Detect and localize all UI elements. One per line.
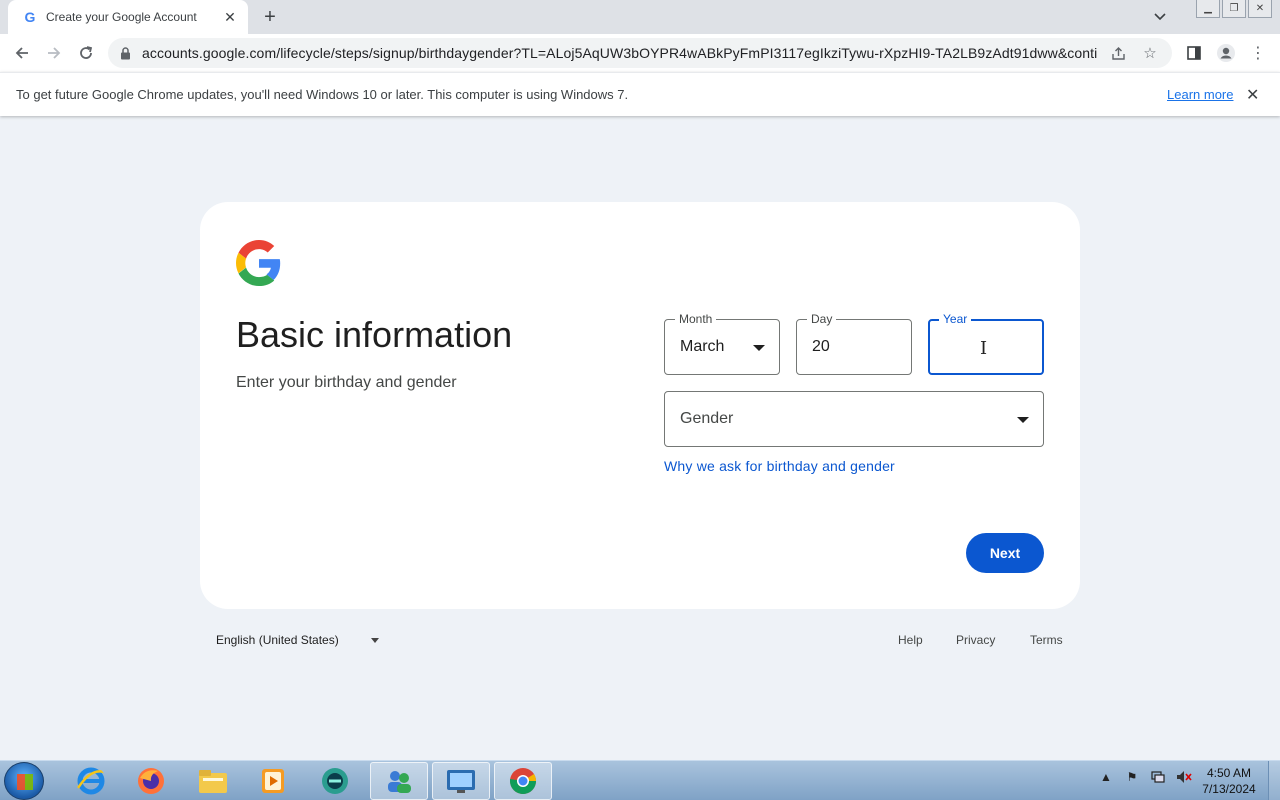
action-center-flag-icon[interactable]: ⚑	[1124, 769, 1140, 785]
bookmark-star-icon[interactable]: ☆	[1138, 41, 1162, 65]
chrome-icon[interactable]	[494, 762, 552, 800]
day-value: 20	[812, 338, 830, 355]
next-button[interactable]: Next	[966, 533, 1044, 573]
network-icon[interactable]	[1150, 769, 1166, 785]
url-text[interactable]: accounts.google.com/lifecycle/steps/sign…	[142, 45, 1098, 61]
page-subtitle: Enter your birthday and gender	[236, 374, 457, 391]
google-logo-icon	[236, 240, 281, 286]
control-panel-icon[interactable]	[432, 762, 490, 800]
month-select[interactable]: Month March	[664, 312, 780, 375]
media-player-icon[interactable]	[244, 762, 302, 800]
window-controls: ▁ ❐ ✕	[1196, 0, 1272, 18]
tab-title: Create your Google Account	[46, 10, 197, 24]
infobar-message: To get future Google Chrome updates, you…	[16, 87, 629, 102]
chat-app-icon[interactable]	[306, 762, 364, 800]
back-button[interactable]	[6, 37, 38, 69]
language-select[interactable]: English (United States)	[216, 633, 379, 647]
internet-explorer-icon[interactable]	[62, 762, 120, 800]
google-favicon-icon: G	[24, 9, 36, 25]
browser-toolbar: accounts.google.com/lifecycle/steps/sign…	[0, 34, 1280, 72]
share-icon[interactable]	[1106, 41, 1130, 65]
clock-date: 7/13/2024	[1202, 782, 1256, 796]
privacy-link[interactable]: Privacy	[956, 633, 995, 647]
system-tray: ▲ ⚑	[1098, 769, 1192, 785]
dropdown-arrow-icon	[1017, 417, 1029, 423]
month-label: Month	[675, 312, 717, 326]
tab-create-google-account[interactable]: G Create your Google Account ✕	[8, 0, 248, 34]
dropdown-arrow-icon	[753, 345, 765, 351]
month-value: March	[680, 338, 725, 355]
lock-icon[interactable]	[118, 46, 132, 60]
taskbar-clock[interactable]: 4:50 AM 7/13/2024	[1196, 765, 1262, 797]
show-hidden-icons-icon[interactable]: ▲	[1098, 769, 1114, 785]
terms-link[interactable]: Terms	[1030, 633, 1063, 647]
dropdown-arrow-icon	[370, 637, 379, 643]
help-link[interactable]: Help	[898, 633, 923, 647]
clock-time: 4:50 AM	[1206, 766, 1252, 780]
infobar-close-icon[interactable]: ✕	[1246, 85, 1259, 105]
update-infobar: To get future Google Chrome updates, you…	[0, 72, 1280, 116]
restore-button[interactable]: ❐	[1222, 0, 1246, 18]
reload-button[interactable]	[70, 37, 102, 69]
tab-close-icon[interactable]: ✕	[222, 9, 238, 25]
side-panel-icon[interactable]	[1178, 37, 1210, 69]
day-input[interactable]: Day 20	[796, 312, 912, 375]
signup-card: Basic information Enter your birthday an…	[200, 202, 1080, 609]
tab-strip: G Create your Google Account ✕ + ▁ ❐ ✕	[0, 0, 1280, 34]
tab-search-chevron-icon[interactable]	[1150, 7, 1170, 27]
learn-more-link[interactable]: Learn more	[1167, 87, 1233, 102]
why-we-ask-link[interactable]: Why we ask for birthday and gender	[664, 458, 895, 474]
page-title: Basic information	[236, 314, 513, 355]
language-label: English (United States)	[216, 633, 339, 647]
windows-taskbar: ▲ ⚑ 4:50 AM 7/13/2024	[0, 760, 1280, 800]
gender-placeholder: Gender	[680, 410, 734, 427]
day-label: Day	[807, 312, 837, 326]
address-bar[interactable]: accounts.google.com/lifecycle/steps/sign…	[108, 38, 1172, 68]
start-button[interactable]	[4, 762, 44, 800]
show-desktop-button[interactable]	[1268, 761, 1280, 800]
close-window-button[interactable]: ✕	[1248, 0, 1272, 18]
menu-kebab-icon[interactable]: ⋮	[1242, 37, 1274, 69]
year-label: Year	[939, 312, 972, 326]
minimize-button[interactable]: ▁	[1196, 0, 1220, 18]
text-cursor-icon: I	[980, 338, 988, 359]
gender-select[interactable]: Gender	[664, 391, 1044, 447]
forward-button[interactable]	[38, 37, 70, 69]
volume-muted-icon[interactable]	[1176, 769, 1192, 785]
profile-avatar-icon[interactable]	[1210, 37, 1242, 69]
new-tab-button[interactable]: +	[258, 5, 282, 29]
file-explorer-icon[interactable]	[184, 762, 242, 800]
users-app-icon[interactable]	[370, 762, 428, 800]
firefox-icon[interactable]	[122, 762, 180, 800]
